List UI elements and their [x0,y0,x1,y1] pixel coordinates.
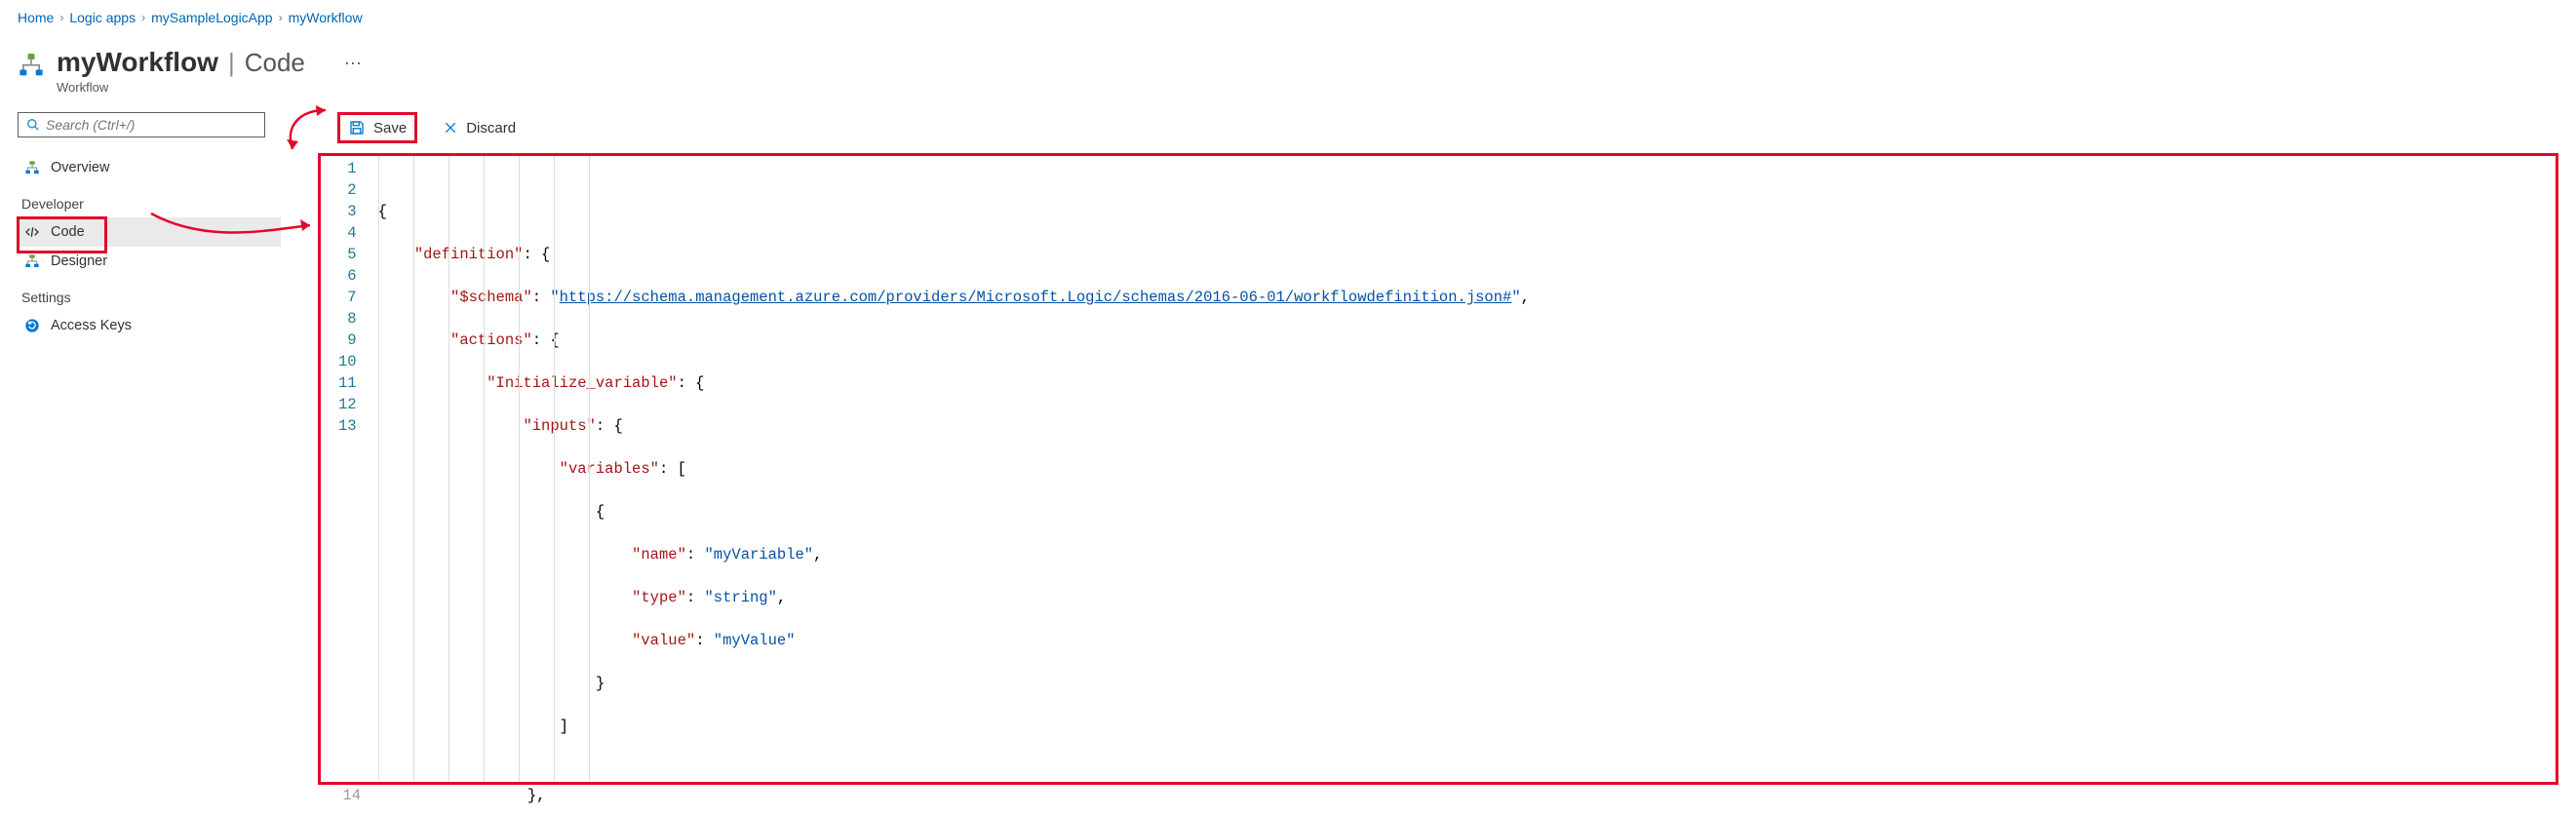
workflow-icon [18,47,45,83]
breadcrumb-app[interactable]: mySampleLogicApp [151,10,273,25]
sidebar-item-label: Code [51,224,85,240]
code-icon [23,224,41,240]
sidebar-item-label: Overview [51,160,109,175]
search-icon [26,118,40,132]
breadcrumb-workflow[interactable]: myWorkflow [289,10,363,25]
sidebar-heading-settings: Settings [21,290,281,305]
resource-type-label: Workflow [57,80,362,95]
code-editor[interactable]: 1 2 3 4 5 6 7 8 9 10 11 12 13 [318,153,2558,785]
line-number-gutter: 1 2 3 4 5 6 7 8 9 10 11 12 13 [321,156,371,782]
designer-icon [23,253,41,269]
save-icon [348,119,366,136]
page-title: myWorkflow [57,47,218,78]
sidebar-heading-developer: Developer [21,196,281,212]
breadcrumb: Home › Logic apps › mySampleLogicApp › m… [18,10,2558,25]
sidebar-item-designer[interactable]: Designer [18,247,281,276]
breadcrumb-home[interactable]: Home [18,10,54,25]
chevron-right-icon: › [141,11,145,24]
workflow-icon [23,160,41,175]
code-content[interactable]: { "definition": { "$schema": "https://sc… [371,156,1538,782]
chevron-right-icon: › [279,11,283,24]
discard-label: Discard [466,120,516,136]
discard-button[interactable]: Discard [433,114,526,142]
more-menu[interactable]: ··· [344,53,362,73]
search-input[interactable] [46,117,256,133]
save-label: Save [373,120,407,136]
sidebar-item-overview[interactable]: Overview [18,153,281,182]
chevron-right-icon: › [59,11,63,24]
close-icon [443,120,458,136]
code-line-extra[interactable]: 14 }, [318,785,2558,806]
refresh-icon [23,318,41,333]
sidebar-item-access-keys[interactable]: Access Keys [18,311,281,340]
sidebar-item-label: Designer [51,253,107,269]
sidebar-item-label: Access Keys [51,318,132,333]
sidebar-item-code[interactable]: Code [18,217,281,247]
page-subtitle: Code [245,48,305,78]
breadcrumb-logic-apps[interactable]: Logic apps [69,10,136,25]
search-input-wrapper[interactable] [18,112,265,137]
title-divider: | [228,48,235,78]
save-button[interactable]: Save [337,112,417,143]
